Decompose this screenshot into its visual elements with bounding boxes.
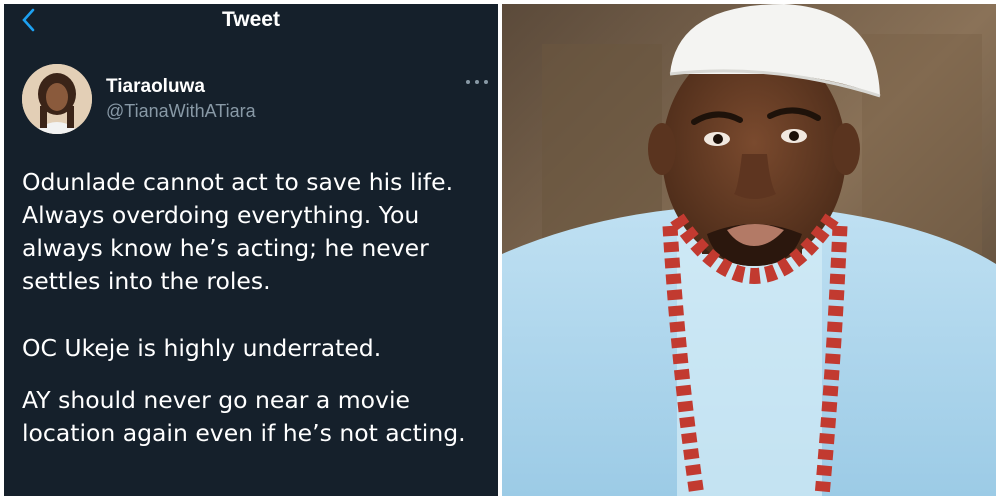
- portrait-illustration: [502, 4, 996, 496]
- tweet-line: Odunlade cannot act to save his life.: [22, 168, 454, 196]
- tweet-screenshot: Tweet Tiaraoluwa @TianaWithATiara Odunla…: [4, 4, 498, 496]
- tweet-paragraph-2: OC Ukeje is highly underrated.: [22, 334, 382, 362]
- user-name[interactable]: Tiaraoluwa: [106, 76, 205, 98]
- user-handle[interactable]: @TianaWithATiara: [106, 101, 256, 122]
- profile-photo: [22, 64, 92, 134]
- tweet-body: Odunlade cannot act to save his life. Al…: [22, 166, 492, 450]
- tweet-paragraph-3: AY should never go near a movie location…: [22, 384, 492, 450]
- tweet-line: AY should never go near a movie: [22, 386, 410, 414]
- tweet-line: always know he’s acting; he never: [22, 234, 429, 262]
- page-title: Tweet: [222, 8, 280, 31]
- tweet-line: Always overdoing everything. You: [22, 201, 420, 229]
- more-options-icon[interactable]: [462, 74, 492, 90]
- actor-photo: [502, 4, 996, 496]
- tweet-paragraph-1: Odunlade cannot act to save his life. Al…: [22, 166, 492, 332]
- tweet-header: Tweet: [4, 4, 498, 38]
- tweet-line: location again even if he’s not acting.: [22, 419, 466, 447]
- tweet-line: settles into the roles.: [22, 267, 271, 295]
- avatar[interactable]: [22, 64, 92, 134]
